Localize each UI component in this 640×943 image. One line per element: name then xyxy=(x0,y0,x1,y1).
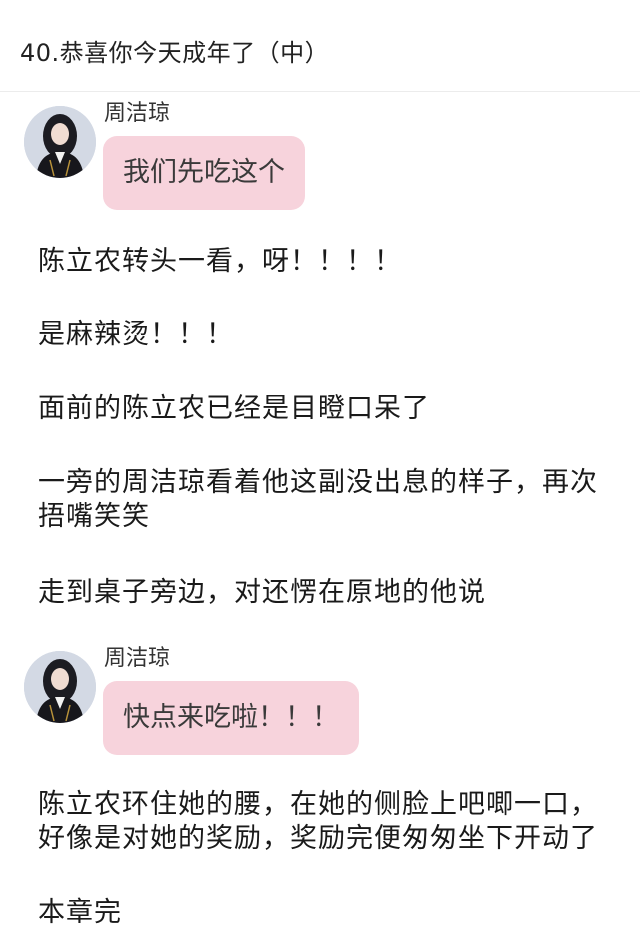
avatar[interactable] xyxy=(24,651,96,723)
page-header: 40.恭喜你今天成年了（中） xyxy=(0,0,640,92)
chapter-title: 40.恭喜你今天成年了（中） xyxy=(20,39,330,67)
avatar-portrait-icon xyxy=(24,651,96,723)
chat-message: 周洁琼 快点来吃啦！！！ xyxy=(0,645,640,761)
speaker-name: 周洁琼 xyxy=(104,101,171,126)
avatar[interactable] xyxy=(24,106,96,178)
story-paragraph: 陈立农转头一看，呀！！！！ xyxy=(38,246,402,277)
story-paragraph: 是麻辣烫！！！ xyxy=(38,319,234,350)
story-paragraph: 面前的陈立农已经是目瞪口呆了 xyxy=(38,393,430,424)
story-paragraph: 走到桌子旁边，对还愣在原地的他说 xyxy=(38,577,486,608)
story-paragraph: 陈立农环住她的腰，在她的侧脸上吧唧一口，好像是对她的奖励，奖励完便匆匆坐下开动了 xyxy=(38,789,598,854)
chat-bubble: 快点来吃啦！！！ xyxy=(103,681,359,755)
chat-bubble: 我们先吃这个 xyxy=(103,136,305,210)
story-paragraph: 一旁的周洁琼看着他这副没出息的样子，再次捂嘴笑笑 xyxy=(38,467,598,532)
avatar-portrait-icon xyxy=(24,106,96,178)
story-paragraph: 本章完 xyxy=(38,897,122,928)
chat-message: 周洁琼 我们先吃这个 xyxy=(0,100,640,216)
speaker-name: 周洁琼 xyxy=(104,646,171,671)
